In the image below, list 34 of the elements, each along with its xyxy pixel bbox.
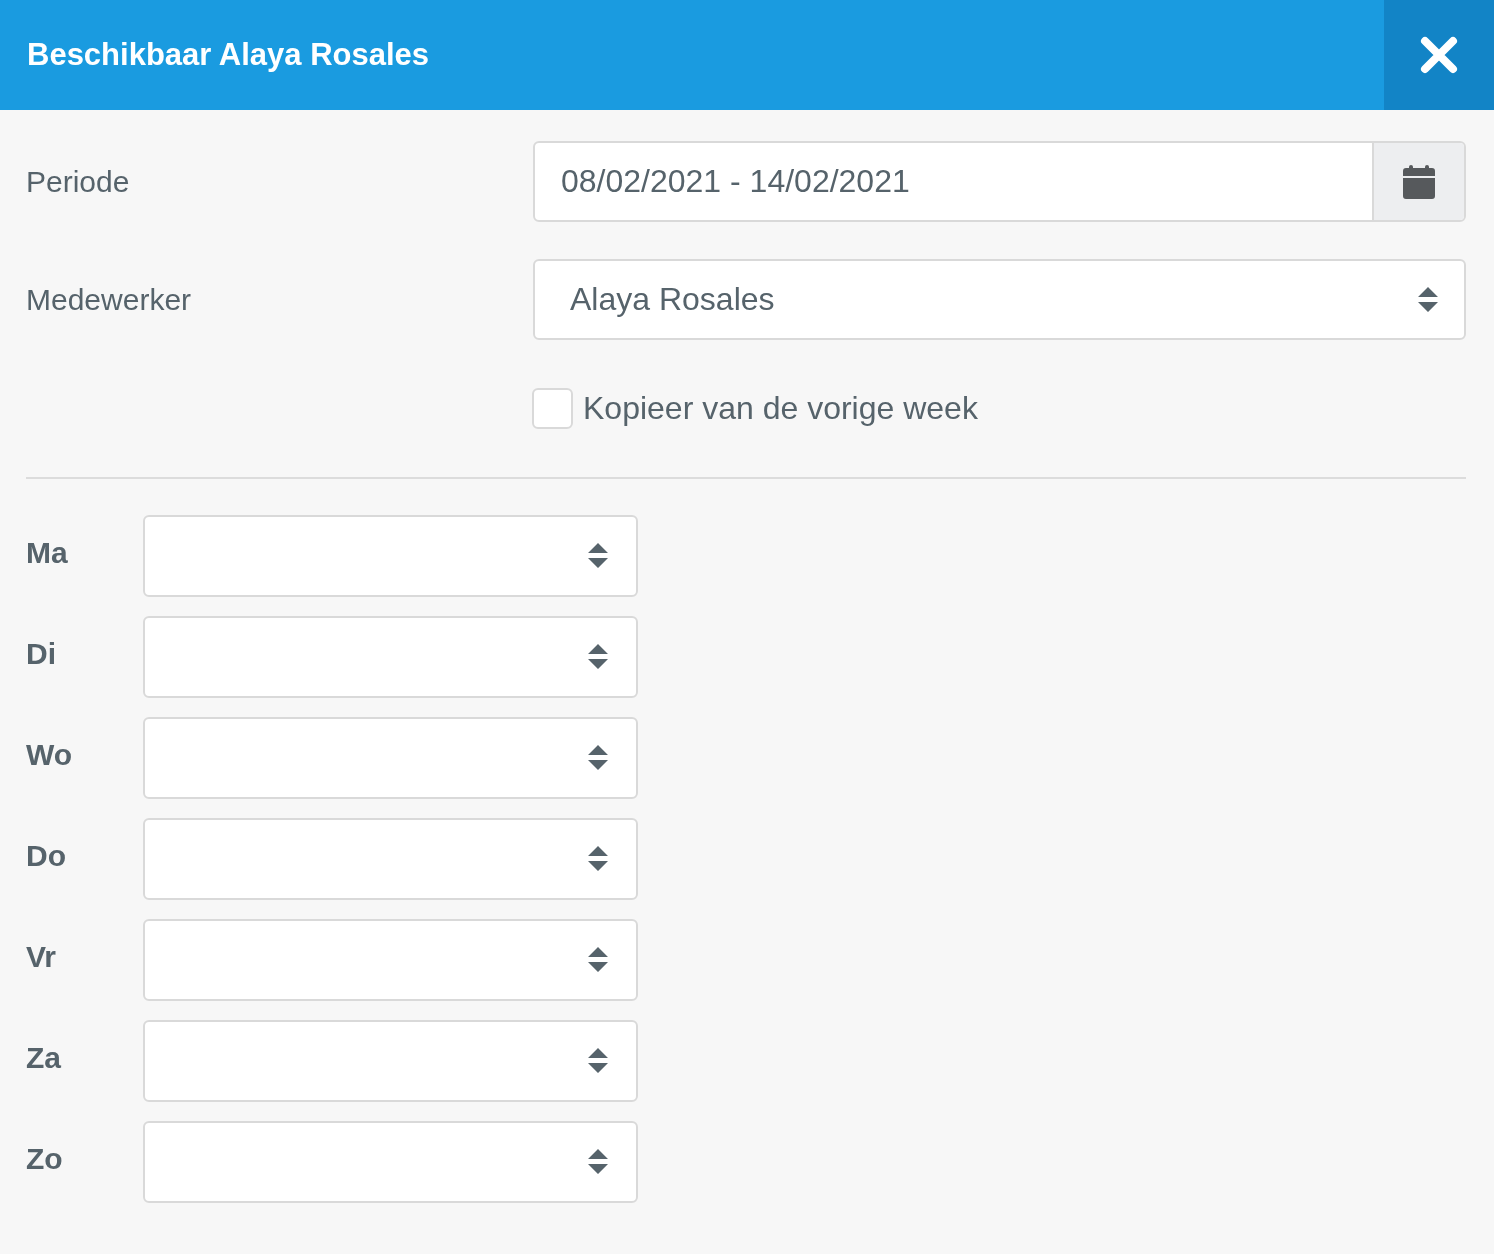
day-select[interactable] [143, 616, 638, 698]
day-select[interactable] [143, 1121, 638, 1203]
sort-arrows-icon [588, 1048, 608, 1074]
day-label: Wo [26, 738, 74, 772]
sort-arrows-icon [588, 745, 608, 771]
calendar-button[interactable] [1372, 143, 1464, 220]
sort-arrows-icon [1418, 286, 1438, 313]
field-label: Medewerker [26, 282, 193, 317]
date-range-value: 08/02/2021 - 14/02/2021 [560, 163, 911, 200]
day-label: Ma [26, 536, 69, 570]
sort-arrows-icon [588, 846, 608, 872]
sort-arrows-icon [588, 543, 608, 569]
day-select[interactable] [143, 515, 638, 597]
sort-arrows-icon [588, 1149, 608, 1175]
date-range-field[interactable]: 08/02/2021 - 14/02/2021 [533, 141, 1466, 222]
day-select[interactable] [143, 1020, 638, 1102]
day-select[interactable] [143, 818, 638, 900]
day-label: Vr [26, 940, 58, 974]
day-label: Zo [26, 1142, 64, 1176]
calendar-icon [1403, 164, 1435, 199]
dialog-title: Beschikbaar Alaya Rosales [26, 37, 431, 73]
day-label: Za [26, 1041, 62, 1075]
checkbox-label: Kopieer van de vorige week [583, 390, 978, 427]
checkbox[interactable] [532, 388, 573, 429]
day-label: Di [26, 637, 57, 671]
sort-arrows-icon [588, 947, 608, 973]
close-icon [1420, 36, 1458, 74]
day-label: Do [26, 839, 67, 873]
field-label: Periode [26, 164, 131, 199]
close-button[interactable] [1384, 0, 1494, 110]
day-select[interactable] [143, 919, 638, 1001]
employee-select[interactable]: Alaya Rosales [533, 259, 1466, 340]
day-select[interactable] [143, 717, 638, 799]
sort-arrows-icon [588, 644, 608, 670]
